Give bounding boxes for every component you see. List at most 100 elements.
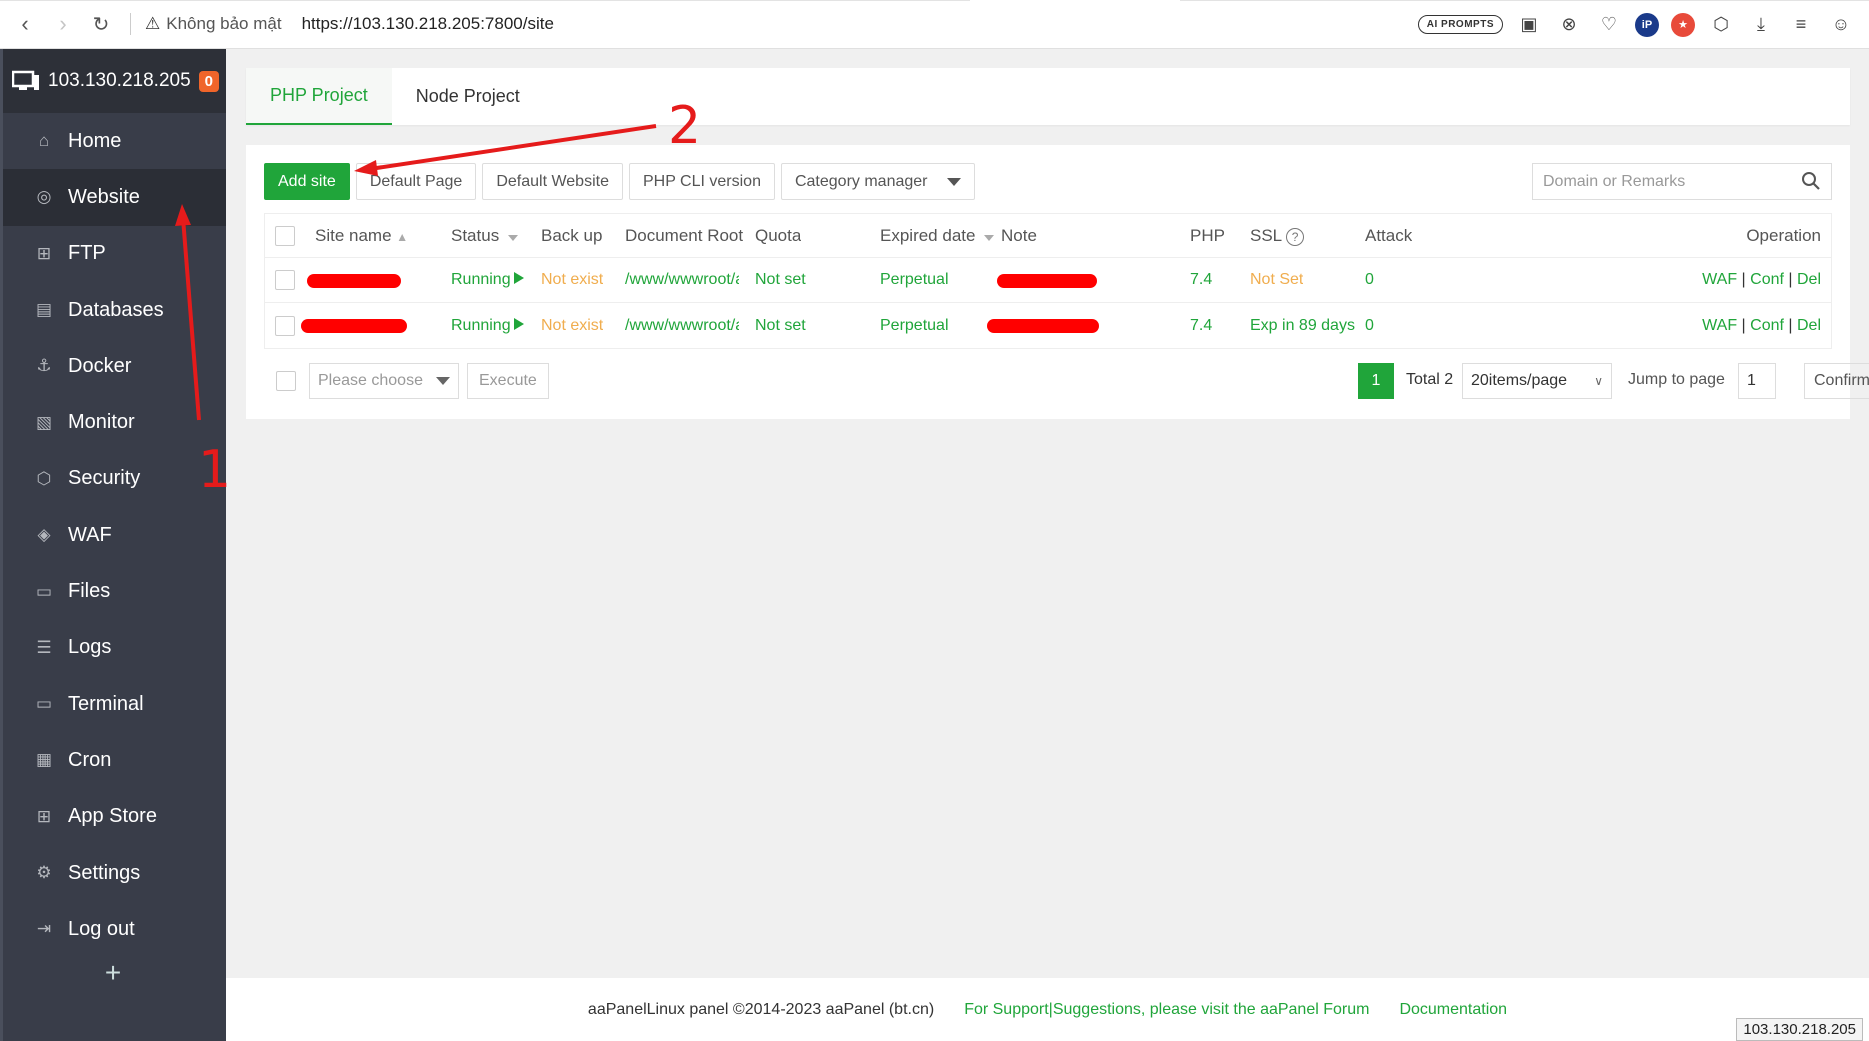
default-website-button[interactable]: Default Website xyxy=(482,163,623,200)
sidebar-item-waf[interactable]: ◈ WAF xyxy=(0,507,226,563)
status-running[interactable]: Running xyxy=(451,271,524,289)
add-site-button[interactable]: Add site xyxy=(264,163,350,200)
sidebar-item-docker[interactable]: ⚓ Docker xyxy=(0,338,226,394)
ai-prompts-button[interactable]: AI PROMPTS xyxy=(1417,15,1503,34)
header-status[interactable]: Status xyxy=(451,226,518,246)
sliders-icon[interactable]: ≡ xyxy=(1787,11,1815,39)
profile-icon[interactable]: ☺ xyxy=(1827,11,1855,39)
sidebar-item-databases[interactable]: ▤ Databases xyxy=(0,282,226,338)
backup-value[interactable]: Not exist xyxy=(541,317,603,335)
tab-node-project[interactable]: Node Project xyxy=(392,68,544,125)
select-all-checkbox[interactable] xyxy=(275,225,295,246)
logs-icon: ☰ xyxy=(36,637,52,657)
header-ssl: SSL? xyxy=(1250,226,1305,246)
sidebar-item-app-store[interactable]: ⊞ App Store xyxy=(0,789,226,845)
search-input[interactable]: Domain or Remarks xyxy=(1532,163,1832,200)
sidebar-item-files[interactable]: ▭ Files xyxy=(0,563,226,619)
confirm-button[interactable]: Confirm xyxy=(1804,363,1869,399)
sidebar-item-label: FTP xyxy=(68,242,106,265)
per-page-select[interactable]: 20items/page ∨ xyxy=(1462,363,1612,399)
address-bar[interactable]: https://103.130.218.205:7800/site xyxy=(302,14,554,34)
header-expired-date[interactable]: Expired date xyxy=(880,226,995,246)
chevron-down-icon xyxy=(436,377,450,385)
expired-value[interactable]: Perpetual xyxy=(880,271,949,289)
heart-icon[interactable]: ♡ xyxy=(1595,11,1623,39)
waf-link[interactable]: WAF xyxy=(1702,317,1737,334)
batch-checkbox[interactable] xyxy=(276,371,296,391)
sidebar-item-ftp[interactable]: ⊞ FTP xyxy=(0,226,226,282)
tab-php-project[interactable]: PHP Project xyxy=(246,68,392,125)
conf-link[interactable]: Conf xyxy=(1750,317,1784,334)
status-bar-url: 103.130.218.205 xyxy=(1736,1018,1863,1041)
attack-count[interactable]: 0 xyxy=(1365,317,1374,335)
sort-up-icon: ▲ xyxy=(396,229,409,244)
sidebar-item-terminal[interactable]: ▭ Terminal xyxy=(0,676,226,732)
header-document-root: Document Root xyxy=(625,225,744,245)
download-icon[interactable]: ⤓ xyxy=(1747,11,1775,39)
security-indicator[interactable]: ⚠ Không bảo mật xyxy=(130,13,282,35)
attack-count[interactable]: 0 xyxy=(1365,271,1374,289)
php-version[interactable]: 7.4 xyxy=(1190,271,1212,289)
redacted-site-name[interactable] xyxy=(307,274,401,288)
sidebar-item-cron[interactable]: ▦ Cron xyxy=(0,732,226,788)
header-site-name[interactable]: Site name ▲ xyxy=(315,226,408,246)
row-checkbox[interactable] xyxy=(275,315,295,336)
row-checkbox[interactable] xyxy=(275,270,295,290)
forum-link[interactable]: For Support|Suggestions, please visit th… xyxy=(964,1001,1369,1019)
red-extension-icon[interactable]: ★ xyxy=(1671,12,1695,37)
jump-page-input[interactable]: 1 xyxy=(1738,363,1776,399)
sidebar-item-label: Terminal xyxy=(68,692,144,715)
quota-value[interactable]: Not set xyxy=(755,271,806,289)
add-icon[interactable]: + xyxy=(0,957,226,989)
default-page-button[interactable]: Default Page xyxy=(355,163,477,200)
php-cli-version-button[interactable]: PHP CLI version xyxy=(628,163,775,200)
operation-links: WAF | Conf | Del xyxy=(1702,316,1821,334)
php-version[interactable]: 7.4 xyxy=(1190,317,1212,335)
documentation-link[interactable]: Documentation xyxy=(1399,1001,1507,1019)
redacted-note[interactable] xyxy=(987,319,1099,333)
forward-icon[interactable]: › xyxy=(44,5,82,43)
notification-badge[interactable]: 0 xyxy=(198,70,219,92)
extensions-bar: AI PROMPTS ▣ ⊗ ♡ iP ★ ⬡ ⤓ ≡ ☺ xyxy=(1417,0,1869,49)
expired-value[interactable]: Perpetual xyxy=(880,317,949,335)
del-link[interactable]: Del xyxy=(1797,317,1821,334)
sidebar-item-website[interactable]: ◎ Website xyxy=(0,169,226,226)
conf-link[interactable]: Conf xyxy=(1750,271,1784,288)
header-attack: Attack xyxy=(1365,225,1413,245)
del-link[interactable]: Del xyxy=(1797,271,1821,288)
batch-action-select[interactable]: Please choose xyxy=(309,363,459,399)
search-placeholder: Domain or Remarks xyxy=(1543,172,1686,190)
sidebar-item-home[interactable]: ⌂ Home xyxy=(0,113,226,169)
category-manager-select[interactable]: Category manager xyxy=(780,163,976,200)
sidebar-item-label: Security xyxy=(68,467,141,490)
sidebar-item-settings[interactable]: ⚙ Settings xyxy=(0,845,226,901)
redacted-site-name[interactable] xyxy=(301,319,407,333)
sidebar-item-logs[interactable]: ☰ Logs xyxy=(0,620,226,676)
execute-button[interactable]: Execute xyxy=(467,363,549,399)
table-header: Site name ▲ Status Back up Document Root… xyxy=(265,214,1831,258)
camera-icon[interactable]: ▣ xyxy=(1515,11,1543,39)
ssl-value[interactable]: Exp in 89 days xyxy=(1250,317,1355,335)
home-icon: ⌂ xyxy=(38,131,50,151)
document-root-link[interactable]: /www/wwwroot/ak xyxy=(625,271,739,289)
back-icon[interactable]: ‹ xyxy=(6,5,44,43)
reload-icon[interactable]: ↻ xyxy=(82,5,120,43)
total-count: Total 2 xyxy=(1406,371,1454,388)
page-1-button[interactable]: 1 xyxy=(1358,363,1394,399)
ip-extension-icon[interactable]: iP xyxy=(1635,12,1659,37)
redacted-note[interactable] xyxy=(997,274,1097,288)
sidebar-item-log-out[interactable]: ⇥ Log out xyxy=(0,901,226,957)
search-icon[interactable] xyxy=(1801,171,1821,191)
quota-value[interactable]: Not set xyxy=(755,317,806,335)
server-header[interactable]: 103.130.218.205 0 xyxy=(0,49,226,113)
cube-icon[interactable]: ⬡ xyxy=(1707,11,1735,39)
waf-link[interactable]: WAF xyxy=(1702,271,1737,288)
block-icon[interactable]: ⊗ xyxy=(1555,11,1583,39)
sidebar-item-security[interactable]: ⬡ Security xyxy=(0,451,226,507)
document-root-link[interactable]: /www/wwwroot/ak xyxy=(625,317,739,335)
sidebar-item-monitor[interactable]: ▧ Monitor xyxy=(0,394,226,450)
status-running[interactable]: Running xyxy=(451,317,524,335)
help-icon[interactable]: ? xyxy=(1286,227,1305,246)
ssl-value[interactable]: Not Set xyxy=(1250,271,1303,289)
backup-value[interactable]: Not exist xyxy=(541,271,603,289)
